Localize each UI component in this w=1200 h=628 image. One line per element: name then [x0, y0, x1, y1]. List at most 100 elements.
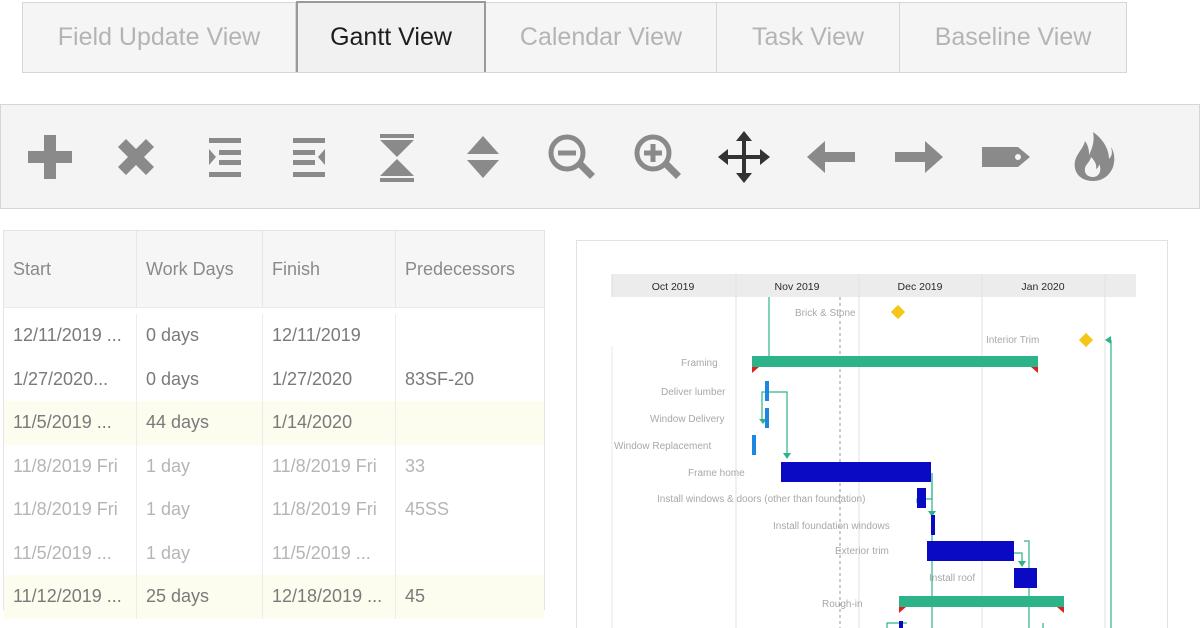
cell-start: 11/5/2019 ...: [4, 401, 137, 445]
cell-work-days: 1 day: [137, 531, 263, 575]
tab-field-update-view[interactable]: Field Update View: [23, 3, 296, 72]
grid-header: Start Work Days Finish Predecessors: [4, 231, 544, 308]
table-row[interactable]: 1/27/2020... 0 days 1/27/2020 83SF-20: [4, 357, 544, 401]
view-tabs: Field Update View Gantt View Calendar Vi…: [22, 1, 1127, 73]
task-label-window-delivery: Window Delivery: [650, 414, 724, 425]
cell-predecessors: [396, 532, 544, 576]
column-header-start[interactable]: Start: [4, 231, 137, 307]
link-arrow: [1105, 336, 1111, 344]
link-arrow: [1018, 561, 1026, 567]
outdent-icon: [293, 138, 325, 177]
gantt-toolbar: [0, 104, 1200, 209]
collapse-button[interactable]: [369, 129, 425, 185]
column-header-work-days[interactable]: Work Days: [137, 231, 263, 307]
expand-button[interactable]: [455, 129, 511, 185]
month-label: Nov 2019: [775, 281, 820, 293]
table-row[interactable]: 11/8/2019 Fri 1 day 11/8/2019 Fri 45SS: [4, 488, 544, 532]
task-bar-install-roof[interactable]: [1014, 568, 1037, 588]
cell-finish: 1/14/2020: [263, 401, 396, 445]
zoom-in-icon: [634, 134, 681, 179]
milestone-interior-trim[interactable]: [1078, 332, 1094, 348]
cell-start: 11/12/2019 ...: [4, 575, 137, 619]
expand-icon: [467, 136, 499, 178]
cell-finish: 12/18/2019 ...: [263, 575, 396, 619]
gantt-chart: Oct 2019 Nov 2019 Dec 2019 Jan 2020 Bric…: [611, 274, 1136, 628]
tag-button[interactable]: [978, 129, 1034, 185]
indent-icon: [209, 138, 241, 177]
task-bar-frame-home[interactable]: [781, 462, 931, 482]
task-bar-window-replacement[interactable]: [752, 435, 756, 455]
cell-work-days: 1 day: [137, 444, 263, 488]
cell-start: 1/27/2020...: [4, 357, 137, 401]
tab-calendar-view[interactable]: Calendar View: [486, 3, 717, 72]
task-bar-exterior-trim[interactable]: [927, 541, 1014, 561]
gantt-chart-panel: Oct 2019 Nov 2019 Dec 2019 Jan 2020 Bric…: [576, 240, 1168, 628]
link-arrow: [783, 453, 791, 459]
table-row[interactable]: 11/12/2019 ... 25 days 12/18/2019 ... 45: [4, 575, 544, 619]
cell-finish: 11/5/2019 ...: [263, 531, 396, 575]
task-bar-install-windows-doors[interactable]: [917, 488, 926, 508]
add-icon: [28, 135, 72, 179]
outdent-button[interactable]: [281, 129, 337, 185]
summary-bar-rough-in[interactable]: [899, 596, 1064, 607]
task-label-install-windows-doors: Install windows & doors (other than foun…: [657, 494, 865, 505]
move-button[interactable]: [716, 129, 772, 185]
arrow-left-icon: [807, 141, 855, 173]
tab-task-view[interactable]: Task View: [717, 3, 900, 72]
move-left-button[interactable]: [803, 129, 859, 185]
task-label-rough-in: Rough-in: [822, 599, 863, 610]
fire-icon: [1074, 132, 1115, 181]
cell-predecessors: 33: [405, 455, 426, 476]
task-label-brick-stone: Brick & Stone: [795, 308, 856, 319]
cell-start: 11/8/2019 Fri: [4, 444, 137, 488]
move-right-button[interactable]: [891, 129, 947, 185]
task-label-exterior-trim: Exterior trim: [835, 546, 889, 557]
task-bar[interactable]: [899, 621, 903, 628]
add-button[interactable]: [22, 129, 78, 185]
cell-work-days: 1 day: [137, 488, 263, 532]
cell-predecessors: [396, 401, 544, 445]
critical-path-button[interactable]: [1065, 129, 1121, 185]
cell-work-days: 25 days: [137, 575, 263, 619]
table-row[interactable]: 11/5/2019 ... 1 day 11/5/2019 ...: [4, 531, 544, 576]
column-header-finish[interactable]: Finish: [263, 231, 396, 307]
indent-button[interactable]: [197, 129, 253, 185]
table-row[interactable]: 12/11/2019 ... 0 days 12/11/2019: [4, 314, 544, 358]
table-row[interactable]: 11/5/2019 ... 44 days 1/14/2020: [4, 401, 544, 445]
month-label: Jan 2020: [1021, 281, 1064, 293]
cell-finish: 11/8/2019 Fri: [263, 488, 396, 532]
tab-gantt-view[interactable]: Gantt View: [296, 1, 486, 72]
delete-icon: [118, 139, 154, 175]
cell-work-days: 44 days: [137, 401, 263, 445]
delete-button[interactable]: [108, 129, 164, 185]
task-label-window-replacement: Window Replacement: [614, 441, 711, 452]
table-row[interactable]: 11/8/2019 Fri 1 day 11/8/2019 Fri 33: [4, 444, 544, 488]
zoom-out-button[interactable]: [543, 129, 599, 185]
cell-finish: 12/11/2019: [263, 314, 396, 358]
cell-work-days: 0 days: [137, 357, 263, 401]
task-bar-install-foundation-windows[interactable]: [931, 515, 935, 535]
zoom-out-icon: [548, 134, 595, 179]
month-label: Dec 2019: [898, 281, 943, 293]
column-header-predecessors[interactable]: Predecessors: [396, 231, 544, 307]
summary-bar-framing[interactable]: [752, 356, 1038, 367]
zoom-in-button[interactable]: [629, 129, 685, 185]
month-label: Oct 2019: [652, 281, 695, 293]
cell-start: 11/8/2019 Fri: [4, 488, 137, 532]
cell-predecessors: 45SS: [405, 499, 450, 520]
task-label-deliver-lumber: Deliver lumber: [661, 387, 726, 398]
task-label-install-roof: Install roof: [929, 573, 975, 584]
cell-start: 11/5/2019 ...: [4, 531, 137, 575]
move-icon: [718, 131, 770, 183]
task-bar-window-delivery[interactable]: [765, 408, 769, 428]
task-bar-deliver-lumber[interactable]: [765, 381, 769, 401]
tag-icon: [982, 147, 1030, 167]
collapse-icon: [380, 134, 414, 182]
cell-predecessors: [396, 314, 544, 358]
tab-baseline-view[interactable]: Baseline View: [900, 3, 1126, 72]
task-label-interior-trim: Interior Trim: [986, 335, 1039, 346]
cell-finish: 11/8/2019 Fri: [263, 444, 396, 488]
milestone-brick-stone[interactable]: [890, 304, 906, 320]
cell-predecessors: 83SF-20: [405, 368, 475, 389]
task-label-frame-home: Frame home: [688, 468, 745, 479]
